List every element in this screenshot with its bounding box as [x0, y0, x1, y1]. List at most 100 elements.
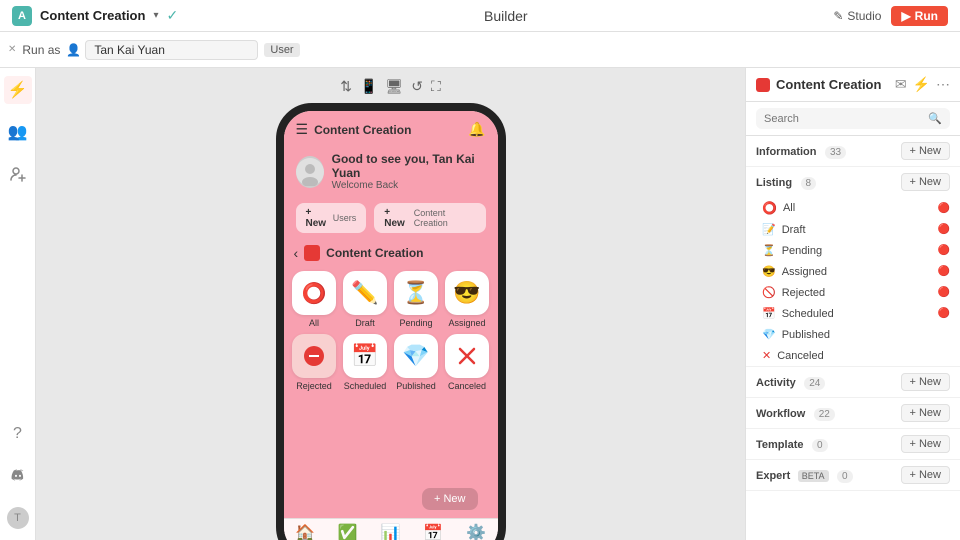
- back-arrow-icon[interactable]: ‹: [294, 245, 299, 261]
- hamburger-icon[interactable]: ☰: [296, 121, 309, 138]
- expert-section: Expert BETA 0 + New: [746, 460, 960, 491]
- phone-title: Content Creation: [314, 123, 411, 137]
- right-panel-actions: ✉ ⚡ ⋯: [895, 76, 950, 93]
- template-title: Template: [756, 439, 803, 451]
- all-label: All: [309, 318, 319, 328]
- expert-header: Expert BETA 0 + New: [746, 460, 960, 490]
- listing-item-assigned[interactable]: 😎 Assigned 🔴: [746, 261, 960, 282]
- icon-rejected[interactable]: Rejected: [292, 334, 337, 391]
- run-icon: ▶: [901, 9, 910, 23]
- template-section: Template 0 + New: [746, 429, 960, 460]
- information-section: Information 33 + New: [746, 136, 960, 167]
- panel-search: 🔍: [746, 102, 960, 136]
- second-bar: ✕ Run as 👤 User: [0, 32, 960, 68]
- icon-assigned[interactable]: 😎 Assigned: [445, 271, 490, 328]
- icon-all[interactable]: ⭕ All: [292, 271, 337, 328]
- new-users-button[interactable]: + New Users: [296, 203, 367, 233]
- avatar-section: Good to see you, Tan Kai Yuan Welcome Ba…: [284, 146, 498, 199]
- icon-published[interactable]: 💎 Published: [394, 334, 439, 391]
- canceled-label: Canceled: [448, 381, 486, 391]
- nav-my-task[interactable]: ✅ My Task: [326, 523, 369, 540]
- chevron-down-icon: ▾: [153, 10, 158, 21]
- all-icon-box: ⭕: [292, 271, 336, 315]
- right-panel-header: Content Creation ✉ ⚡ ⋯: [746, 68, 960, 102]
- listing-item-all[interactable]: ⭕ All 🔴: [746, 197, 960, 219]
- email-icon[interactable]: ✉: [895, 76, 907, 93]
- expert-title: Expert: [756, 470, 790, 482]
- icon-canceled[interactable]: Canceled: [445, 334, 490, 391]
- studio-icon: ✎: [833, 9, 843, 23]
- workflow-title-group: Workflow 22: [756, 404, 835, 422]
- icon-scheduled[interactable]: 📅 Scheduled: [343, 334, 388, 391]
- studio-button[interactable]: ✎ Studio: [833, 9, 881, 23]
- template-title-group: Template 0: [756, 435, 828, 453]
- workflow-new-button[interactable]: + New: [901, 404, 951, 422]
- listing-item-pending[interactable]: ⏳ Pending 🔴: [746, 240, 960, 261]
- sidebar-item-profile[interactable]: T: [4, 504, 32, 532]
- builder-title: Builder: [484, 8, 528, 24]
- draft-status-icon: 📝: [762, 223, 776, 236]
- icon-pending[interactable]: ⏳ Pending: [394, 271, 439, 328]
- main-area: ⚡ 👥 ? T ⇅ 📱 🖥 ↺ ⛶: [0, 68, 960, 540]
- user-name-input[interactable]: [85, 40, 258, 60]
- bolt-icon[interactable]: ⚡: [913, 76, 930, 93]
- phone-mockup: ☰ Content Creation 🔔: [276, 103, 506, 540]
- sidebar-item-discord[interactable]: [4, 462, 32, 490]
- rejected-status-icon: 🚫: [762, 286, 776, 299]
- calendar-icon: 📅: [423, 523, 443, 540]
- nav-home[interactable]: 🏠 Home: [284, 523, 327, 540]
- phone-nav: 🏠 Home ✅ My Task 📊 Dashboard 📅: [284, 518, 498, 540]
- information-new-button[interactable]: + New: [901, 142, 951, 160]
- panel-color-icon: [756, 78, 770, 92]
- sidebar-item-lightning[interactable]: ⚡: [4, 76, 32, 104]
- nav-calendar[interactable]: 📅 Calendar: [412, 523, 455, 540]
- published-status-icon: 💎: [762, 328, 776, 341]
- close-button[interactable]: ✕: [8, 44, 16, 55]
- listing-new-button[interactable]: + New: [901, 173, 951, 191]
- listing-item-published[interactable]: 💎 Published: [746, 324, 960, 345]
- refresh-icon[interactable]: ↺: [411, 78, 423, 95]
- listing-item-draft[interactable]: 📝 Draft 🔴: [746, 219, 960, 240]
- more-icon[interactable]: ⋯: [936, 76, 950, 93]
- listing-item-scheduled[interactable]: 📅 Scheduled 🔴: [746, 303, 960, 324]
- published-label: Published: [396, 381, 436, 391]
- search-input[interactable]: [764, 113, 922, 125]
- phone-content: ☰ Content Creation 🔔: [284, 111, 498, 540]
- scheduled-icon-box: 📅: [343, 334, 387, 378]
- section-color-icon: [304, 245, 320, 261]
- assigned-lock-icon: 🔴: [938, 266, 950, 277]
- phone-new-button[interactable]: + New: [422, 488, 478, 510]
- template-new-button[interactable]: + New: [901, 435, 951, 453]
- desktop-icon[interactable]: 🖥: [385, 78, 403, 95]
- nav-qr[interactable]: ⚙️ QR: [455, 523, 498, 540]
- expand-icon[interactable]: ⛶: [431, 78, 441, 95]
- sidebar-item-users[interactable]: 👥: [4, 118, 32, 146]
- icon-draft[interactable]: ✏️ Draft: [343, 271, 388, 328]
- scheduled-label: Scheduled: [344, 381, 387, 391]
- swap-icon[interactable]: ⇅: [340, 78, 352, 95]
- panel-body: Information 33 + New Listing 8 + New: [746, 136, 960, 540]
- sidebar-item-help[interactable]: ?: [4, 420, 32, 448]
- run-as-label: Run as: [22, 43, 60, 57]
- expert-new-button[interactable]: + New: [901, 466, 951, 484]
- new-content-creation-button[interactable]: + New Content Creation: [374, 203, 485, 233]
- all-lock-icon: 🔴: [938, 203, 950, 214]
- run-button[interactable]: ▶ Run: [891, 6, 948, 26]
- content-creation-label: Content Creation: [414, 208, 476, 228]
- workflow-count: 22: [814, 408, 835, 421]
- sidebar-item-person-add[interactable]: [4, 160, 32, 188]
- information-title-group: Information 33: [756, 142, 846, 160]
- listing-item-pending-left: ⏳ Pending: [762, 244, 822, 257]
- icons-grid: ⭕ All ✏️ Draft ⏳ Pending 😎: [284, 267, 498, 397]
- activity-new-button[interactable]: + New: [901, 373, 951, 391]
- nav-dashboard[interactable]: 📊 Dashboard: [369, 523, 412, 540]
- bell-icon[interactable]: 🔔: [468, 121, 485, 138]
- listing-count: 8: [801, 177, 817, 190]
- top-bar-title: Content Creation: [40, 8, 145, 23]
- listing-item-rejected[interactable]: 🚫 Rejected 🔴: [746, 282, 960, 303]
- listing-item-canceled[interactable]: ✕ Canceled: [746, 345, 960, 366]
- home-icon: 🏠: [295, 523, 315, 540]
- listing-section: Listing 8 + New ⭕ All 🔴 📝: [746, 167, 960, 367]
- search-icon: 🔍: [928, 112, 942, 125]
- mobile-icon[interactable]: 📱: [360, 78, 377, 95]
